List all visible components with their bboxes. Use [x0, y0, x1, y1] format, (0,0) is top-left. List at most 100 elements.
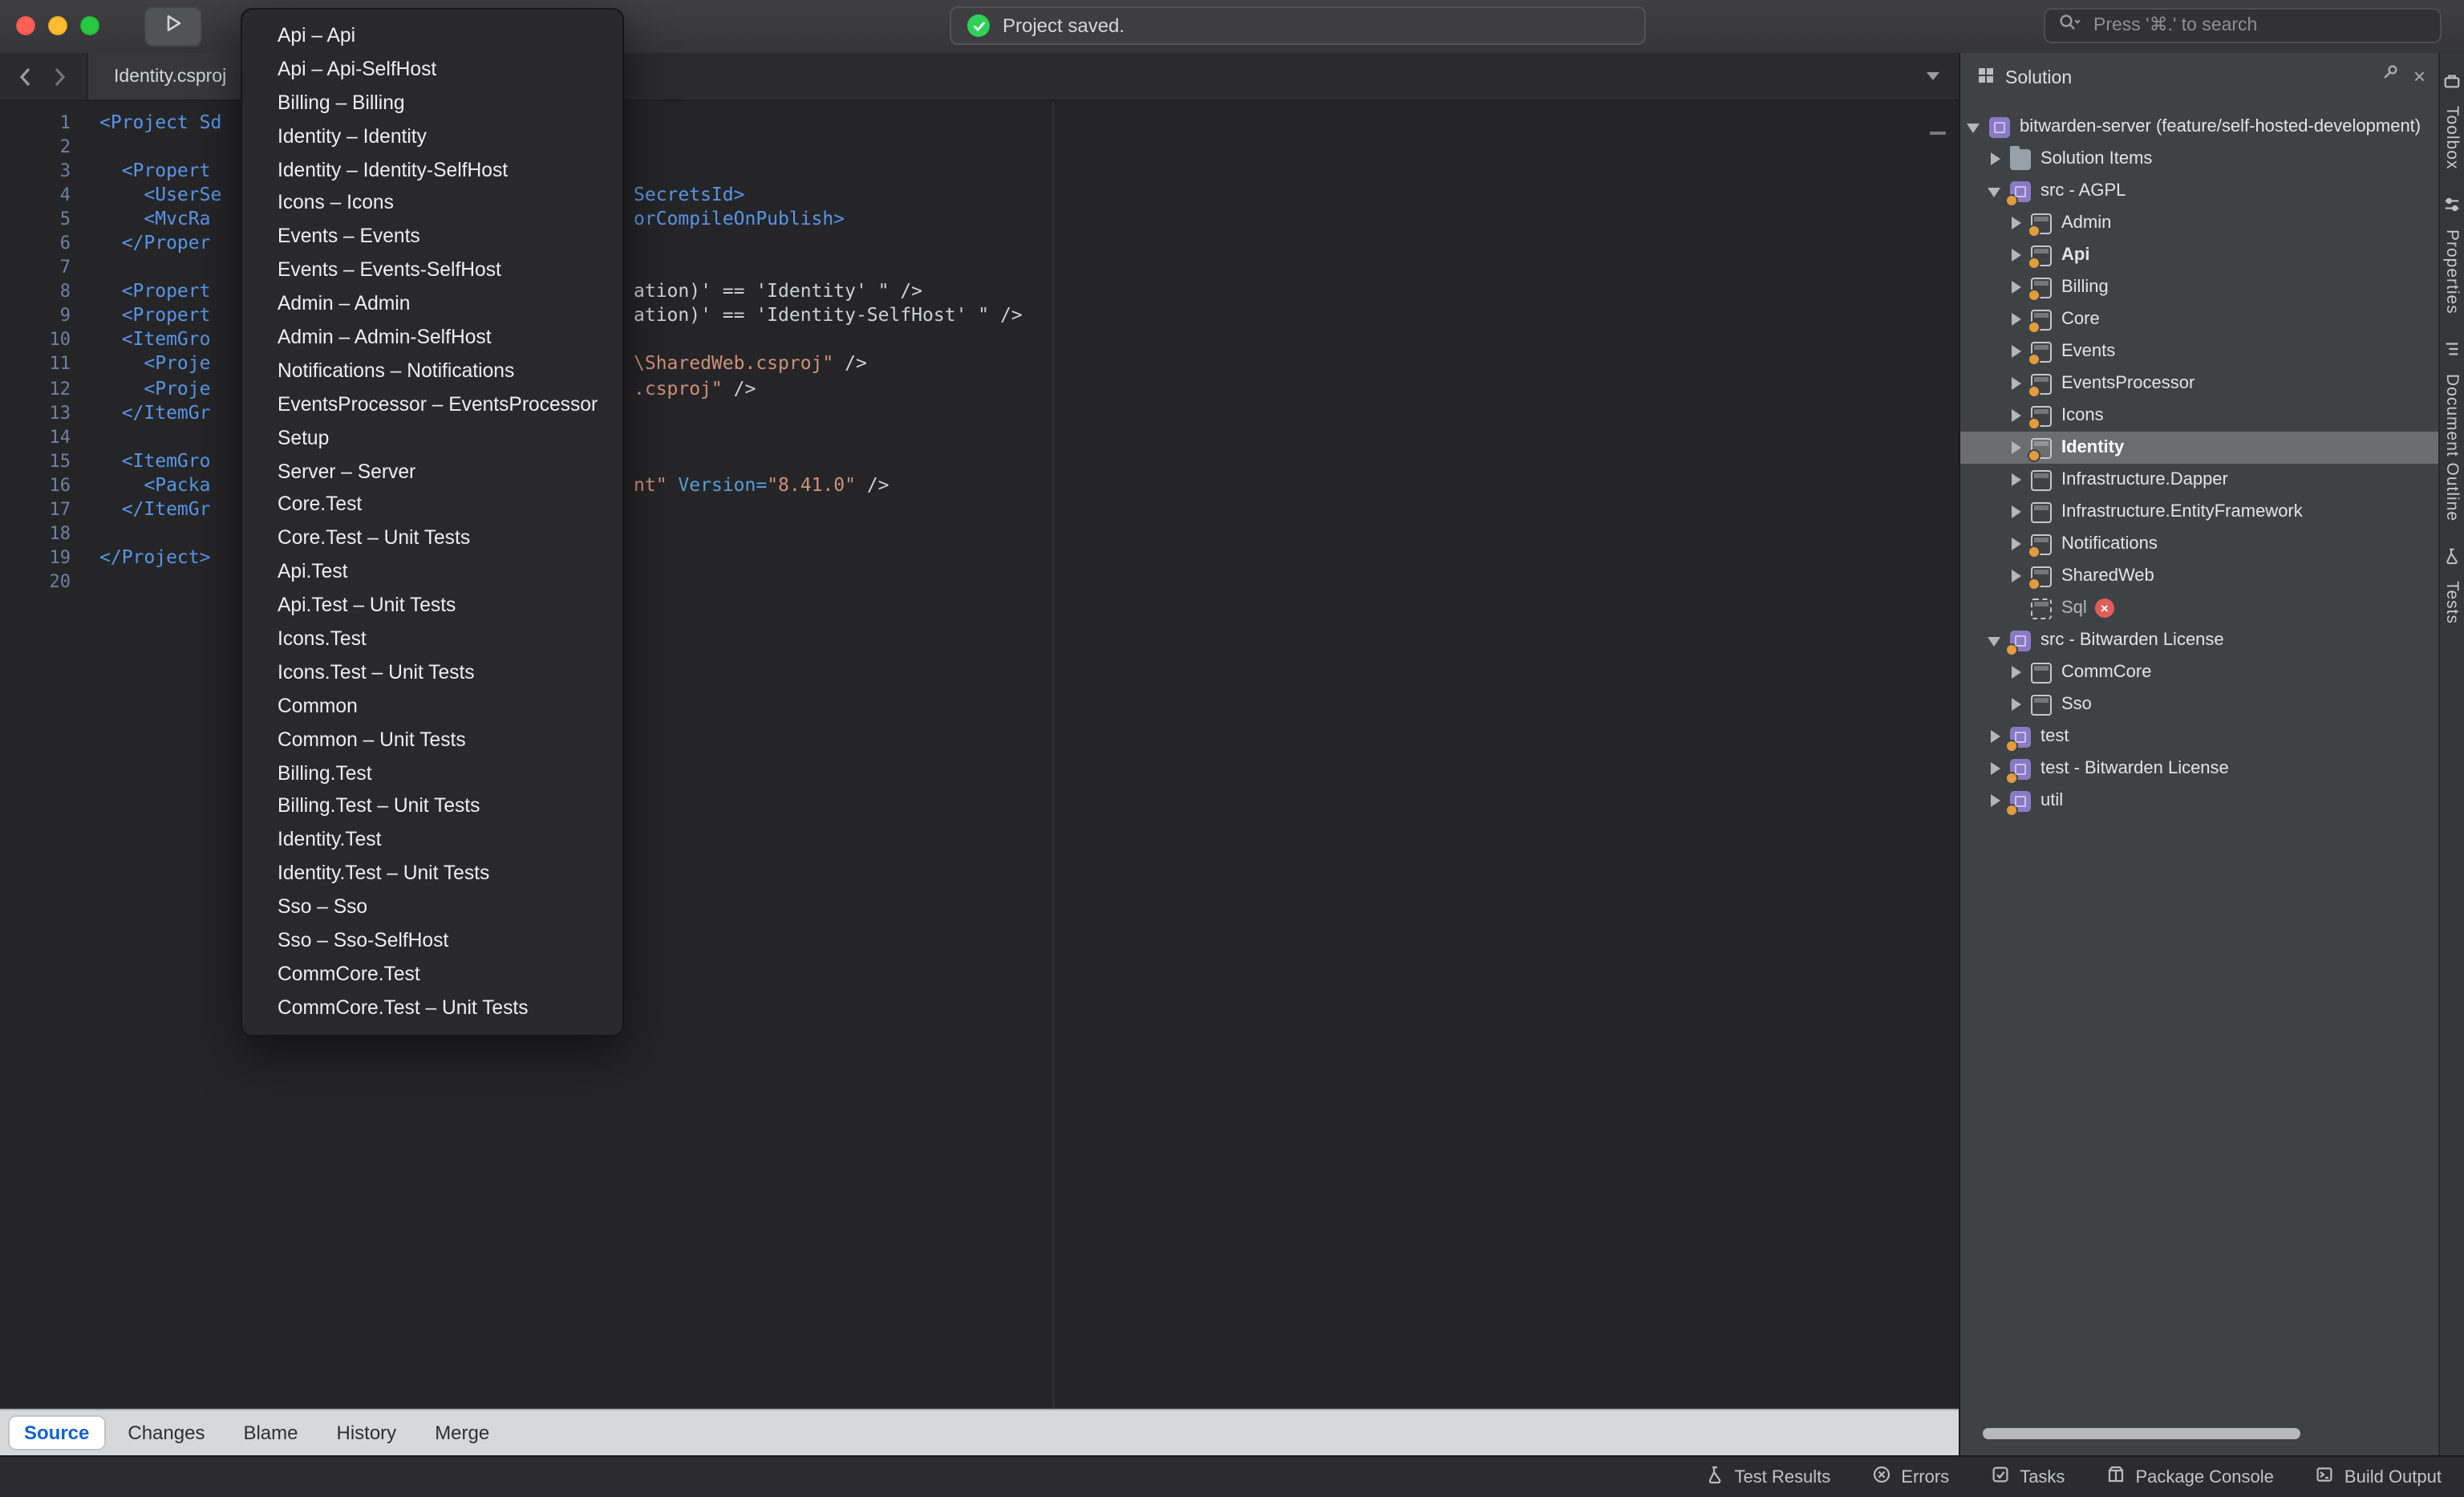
run-config-item[interactable]: Billing.Test [242, 757, 622, 790]
tree-row[interactable]: Api [1960, 239, 2438, 271]
tree-row[interactable]: src - Bitwarden License [1960, 624, 2438, 656]
disclosure-triangle[interactable] [2008, 568, 2024, 584]
run-config-item[interactable]: Identity.Test [242, 824, 622, 858]
status-build-output[interactable]: Build Output [2316, 1465, 2442, 1489]
run-config-item[interactable]: Notifications – Notifications [242, 355, 622, 388]
run-config-item[interactable]: Events – Events [242, 221, 622, 254]
tab-source[interactable]: Source [10, 1417, 103, 1449]
rail-tab-tests[interactable]: Tests [2442, 543, 2462, 623]
rail-tab-toolbox[interactable]: Toolbox [2442, 69, 2462, 169]
disclosure-triangle[interactable] [2008, 664, 2024, 680]
disclosure-triangle[interactable] [2008, 696, 2024, 712]
tree-row[interactable]: Solution Items [1960, 143, 2438, 175]
run-config-item[interactable]: Admin – Admin-SelfHost [242, 321, 622, 355]
tree-row[interactable]: SharedWeb [1960, 560, 2438, 592]
run-config-item[interactable]: Core.Test [242, 489, 622, 522]
tree-row[interactable]: Admin [1960, 207, 2438, 239]
rail-tab-properties[interactable]: Properties [2442, 192, 2462, 314]
global-search[interactable] [2044, 8, 2442, 43]
tree-row[interactable]: src - AGPL [1960, 175, 2438, 207]
editor-tab-identity-csproj[interactable]: Identity.csproj [87, 53, 253, 99]
close-icon[interactable]: × [2413, 65, 2426, 86]
disclosure-triangle[interactable] [1988, 793, 2004, 809]
zoom-window-button[interactable] [80, 16, 99, 35]
disclosure-triangle[interactable] [2008, 247, 2024, 263]
tab-history[interactable]: History [322, 1417, 411, 1449]
disclosure-triangle[interactable] [2008, 440, 2024, 456]
tree-row[interactable]: bitwarden-server (feature/self-hosted-de… [1960, 111, 2438, 143]
disclosure-triangle[interactable] [2008, 375, 2024, 391]
run-config-item[interactable]: Icons.Test – Unit Tests [242, 656, 622, 690]
disclosure-triangle[interactable] [1988, 183, 2004, 199]
run-config-item[interactable]: Setup [242, 421, 622, 455]
run-config-item[interactable]: CommCore.Test – Unit Tests [242, 992, 622, 1025]
disclosure-triangle[interactable] [1988, 151, 2004, 167]
disclosure-triangle[interactable] [2008, 343, 2024, 359]
run-config-item[interactable]: Identity – Identity-SelfHost [242, 153, 622, 187]
tree-row[interactable]: Sql× [1960, 592, 2438, 624]
disclosure-triangle[interactable] [2008, 408, 2024, 424]
disclosure-triangle[interactable] [1988, 761, 2004, 777]
run-config-item[interactable]: Api – Api-SelfHost [242, 53, 622, 87]
tree-row[interactable]: test - Bitwarden License [1960, 753, 2438, 785]
close-window-button[interactable] [16, 16, 35, 35]
tab-blame[interactable]: Blame [229, 1417, 312, 1449]
tree-row[interactable]: Icons [1960, 400, 2438, 432]
tree-row[interactable]: Identity [1960, 432, 2438, 464]
pin-icon[interactable] [2381, 61, 2401, 90]
run-config-item[interactable]: Api – Api [242, 19, 622, 53]
run-config-item[interactable]: Sso – Sso [242, 890, 622, 924]
tree-row[interactable]: test [1960, 720, 2438, 753]
run-config-item[interactable]: Icons – Icons [242, 187, 622, 221]
tree-row[interactable]: EventsProcessor [1960, 367, 2438, 400]
run-config-item[interactable]: EventsProcessor – EventsProcessor [242, 388, 622, 422]
disclosure-triangle[interactable] [2008, 311, 2024, 327]
chevron-down-icon[interactable] [1927, 72, 1939, 80]
run-config-item[interactable]: Sso – Sso-SelfHost [242, 924, 622, 958]
search-input[interactable] [2090, 14, 2427, 37]
run-config-item[interactable]: Common [242, 690, 622, 724]
minimize-window-button[interactable] [48, 16, 67, 35]
tree-row[interactable]: Sso [1960, 688, 2438, 720]
run-config-item[interactable]: Billing.Test – Unit Tests [242, 790, 622, 824]
run-config-item[interactable]: Identity.Test – Unit Tests [242, 858, 622, 891]
tree-row[interactable]: Billing [1960, 271, 2438, 303]
run-config-item[interactable]: CommCore.Test [242, 958, 622, 992]
status-errors[interactable]: Errors [1872, 1465, 1949, 1489]
disclosure-triangle[interactable] [2008, 215, 2024, 231]
disclosure-triangle[interactable] [2008, 536, 2024, 552]
tab-changes[interactable]: Changes [113, 1417, 219, 1449]
rail-tab-document-outline[interactable]: Document Outline [2442, 336, 2462, 521]
tree-row[interactable]: Notifications [1960, 528, 2438, 560]
pane-hscrollbar[interactable] [1983, 1428, 2300, 1439]
run-config-item[interactable]: Api.Test – Unit Tests [242, 589, 622, 623]
run-button[interactable] [144, 6, 202, 47]
disclosure-triangle[interactable] [1967, 119, 1983, 135]
tree-row[interactable]: Infrastructure.EntityFramework [1960, 496, 2438, 528]
run-config-item[interactable]: Events – Events-SelfHost [242, 254, 622, 287]
run-config-item[interactable]: Common – Unit Tests [242, 723, 622, 757]
run-config-item[interactable]: Icons.Test [242, 623, 622, 656]
run-config-item[interactable]: Server – Server [242, 455, 622, 489]
run-config-item[interactable]: Api.Test [242, 556, 622, 590]
status-tasks[interactable]: Tasks [1991, 1465, 2065, 1489]
tab-merge[interactable]: Merge [420, 1417, 504, 1449]
tree-row[interactable]: Infrastructure.Dapper [1960, 464, 2438, 496]
status-package-console[interactable]: Package Console [2106, 1465, 2273, 1489]
nav-back-button[interactable] [10, 61, 38, 93]
tree-row[interactable]: Core [1960, 303, 2438, 335]
disclosure-triangle[interactable] [1988, 632, 2004, 648]
disclosure-triangle[interactable] [1988, 728, 2004, 744]
run-config-item[interactable]: Core.Test – Unit Tests [242, 522, 622, 556]
run-config-item[interactable]: Admin – Admin [242, 287, 622, 321]
disclosure-triangle[interactable] [2008, 279, 2024, 295]
tree-row[interactable]: CommCore [1960, 656, 2438, 688]
tree-row[interactable]: util [1960, 785, 2438, 817]
run-config-item[interactable]: Identity – Identity [242, 120, 622, 153]
run-config-item[interactable]: Billing – Billing [242, 87, 622, 120]
disclosure-triangle[interactable] [2008, 504, 2024, 520]
nav-forward-button[interactable] [45, 61, 74, 93]
status-test-results[interactable]: Test Results [1705, 1465, 1830, 1489]
disclosure-triangle[interactable] [2008, 472, 2024, 488]
tree-row[interactable]: Events [1960, 335, 2438, 367]
